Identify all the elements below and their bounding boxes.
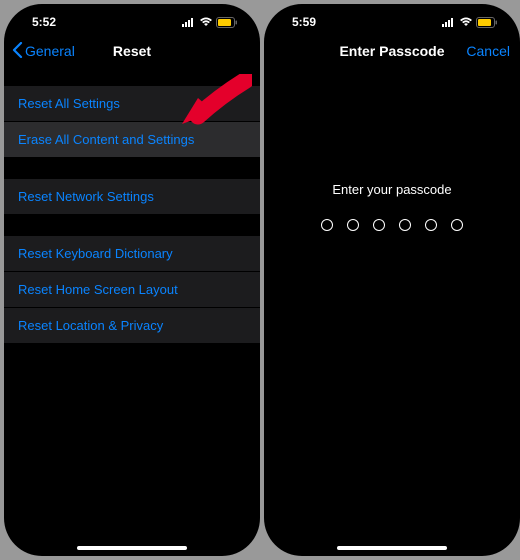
status-bar: 5:52 — [4, 4, 260, 34]
passcode-entry: Enter your passcode — [264, 182, 520, 231]
phone-passcode-screen: 5:59 Enter Passcode Cancel Enter your pa… — [264, 4, 520, 556]
passcode-dot — [347, 219, 359, 231]
reset-group-1: Reset All Settings Erase All Content and… — [4, 86, 260, 157]
status-time: 5:52 — [32, 15, 56, 29]
cellular-signal-icon — [182, 17, 196, 27]
home-indicator[interactable] — [337, 546, 447, 550]
status-bar: 5:59 — [264, 4, 520, 34]
status-time: 5:59 — [292, 15, 316, 29]
back-label: General — [25, 43, 75, 59]
passcode-dot — [425, 219, 437, 231]
passcode-dots[interactable] — [264, 219, 520, 231]
chevron-left-icon — [12, 42, 23, 61]
back-button[interactable]: General — [12, 42, 75, 61]
battery-icon — [476, 17, 498, 28]
battery-icon — [216, 17, 238, 28]
reset-keyboard-dictionary[interactable]: Reset Keyboard Dictionary — [4, 236, 260, 272]
passcode-prompt: Enter your passcode — [264, 182, 520, 197]
passcode-dot — [321, 219, 333, 231]
cancel-button[interactable]: Cancel — [466, 43, 510, 59]
nav-bar: Enter Passcode Cancel — [264, 34, 520, 72]
status-indicators — [182, 17, 238, 28]
passcode-dot — [399, 219, 411, 231]
reset-home-screen-layout[interactable]: Reset Home Screen Layout — [4, 272, 260, 308]
reset-network-settings[interactable]: Reset Network Settings — [4, 179, 260, 214]
passcode-dot — [373, 219, 385, 231]
wifi-icon — [459, 17, 473, 27]
erase-all-content-and-settings[interactable]: Erase All Content and Settings — [4, 122, 260, 157]
status-indicators — [442, 17, 498, 28]
reset-options-list: Reset All Settings Erase All Content and… — [4, 86, 260, 343]
phone-reset-screen: 5:52 General Reset Reset All Settings Er… — [4, 4, 260, 556]
wifi-icon — [199, 17, 213, 27]
passcode-dot — [451, 219, 463, 231]
nav-bar: General Reset — [4, 34, 260, 72]
reset-group-3: Reset Keyboard Dictionary Reset Home Scr… — [4, 236, 260, 343]
home-indicator[interactable] — [77, 546, 187, 550]
reset-group-2: Reset Network Settings — [4, 179, 260, 214]
reset-all-settings[interactable]: Reset All Settings — [4, 86, 260, 122]
reset-location-privacy[interactable]: Reset Location & Privacy — [4, 308, 260, 343]
cellular-signal-icon — [442, 17, 456, 27]
